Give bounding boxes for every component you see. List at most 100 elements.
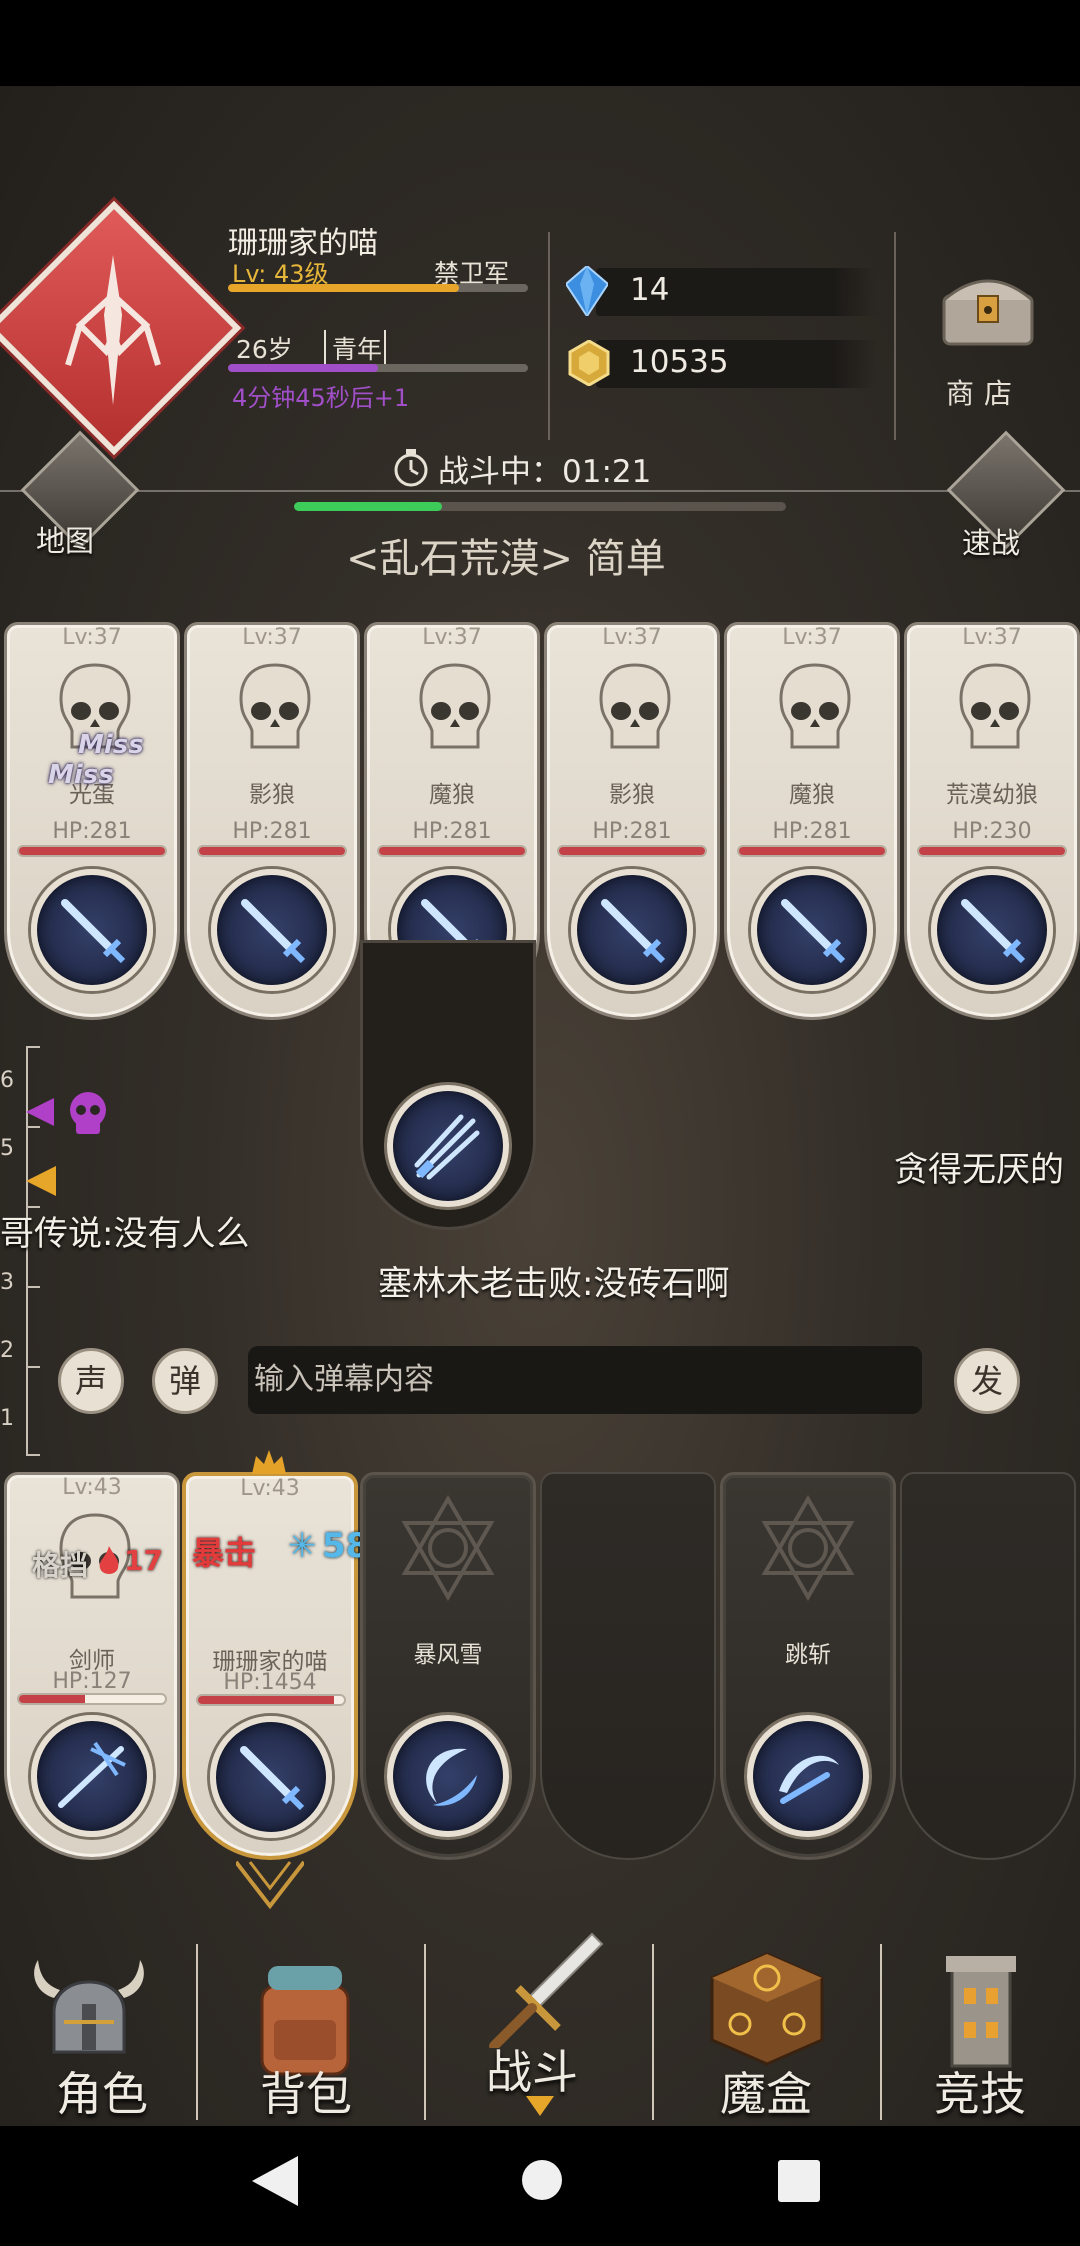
hexagram-icon <box>761 1495 855 1601</box>
damage-number: 17 <box>124 1544 163 1577</box>
skill-orb <box>751 869 873 991</box>
sword-attack-icon <box>241 899 306 964</box>
enemy-name: 影狼 <box>609 782 655 808</box>
map-button[interactable]: 地图 <box>36 518 94 560</box>
emblem-blade-icon <box>65 255 161 405</box>
skull-icon <box>779 663 851 749</box>
slash-skill-icon <box>58 1741 126 1808</box>
gold-count: 10535 <box>630 344 729 380</box>
sword-attack-icon <box>781 899 846 964</box>
skill-orb <box>31 869 153 991</box>
party-hp-bar <box>196 1694 346 1706</box>
party-level: Lv:43 <box>62 1475 122 1500</box>
skull-icon <box>239 663 311 749</box>
age-progress-bar <box>228 364 528 372</box>
tab-battle[interactable]: 战斗 <box>432 2036 632 2102</box>
round-number: 1 <box>0 1406 14 1431</box>
magic-box-icon <box>710 1952 824 2066</box>
age-timer: 4分钟45秒后+1 <box>232 384 410 412</box>
shop-button[interactable]: 商店 <box>946 372 1022 412</box>
tab-arena[interactable]: 竞技 <box>880 2058 1080 2124</box>
tab-divider <box>424 1944 426 2120</box>
back-icon[interactable] <box>252 2156 298 2206</box>
enemy-card[interactable]: Lv:37 影狼 HP:281 <box>544 622 720 1020</box>
sound-toggle-button[interactable]: 声 <box>58 1348 124 1414</box>
party-level: Lv:43 <box>240 1476 300 1501</box>
skill-orb <box>571 869 693 991</box>
skill-orb <box>211 869 333 991</box>
player-life-stage: 青年 <box>324 330 387 366</box>
tab-character[interactable]: 角色 <box>2 2058 202 2124</box>
flame-icon <box>99 1546 119 1574</box>
tab-magic-box[interactable]: 魔盒 <box>666 2058 866 2124</box>
tab-divider <box>652 1944 654 2120</box>
enemy-hp: HP:281 <box>412 819 492 844</box>
empty-skill-slot[interactable] <box>540 1472 716 1860</box>
empty-skill-slot[interactable] <box>900 1472 1076 1860</box>
recents-icon[interactable] <box>778 2160 820 2202</box>
enemy-hp: HP:281 <box>772 819 852 844</box>
current-round-marker-icon <box>26 1166 56 1196</box>
status-bar <box>0 0 1080 86</box>
enemy-name: 荒漠幼狼 <box>946 782 1038 808</box>
enemy-card[interactable]: Lv:37 光蛋 HP:281 <box>4 622 180 1020</box>
system-navigation-bar <box>0 2126 1080 2246</box>
zone-title: <乱石荒漠> 简单 <box>346 536 666 582</box>
gold-coin-icon <box>568 340 610 386</box>
enemy-hp: HP:230 <box>952 819 1032 844</box>
critical-hit-text: 暴击 <box>192 1534 257 1572</box>
enemy-hp-bar <box>917 845 1067 857</box>
enemy-card[interactable]: Lv:37 荒漠幼狼 HP:230 <box>904 622 1080 1020</box>
danmaku-message: 塞林木老击败:没砖石啊 <box>378 1264 730 1304</box>
tab-backpack[interactable]: 背包 <box>206 2058 406 2124</box>
quick-battle-button[interactable]: 速战 <box>962 520 1020 562</box>
treasure-chest-icon[interactable] <box>938 266 1038 348</box>
skill-orb <box>387 1715 509 1837</box>
home-icon[interactable] <box>520 2158 564 2202</box>
active-skill-card[interactable] <box>360 940 536 1230</box>
enemy-name: 魔狼 <box>429 782 475 808</box>
enemy-level: Lv:37 <box>62 625 122 650</box>
enemy-card[interactable]: Lv:37 影狼 HP:281 <box>184 622 360 1020</box>
party-hp: HP:127 <box>52 1669 132 1694</box>
tower-icon <box>946 1956 1016 2068</box>
parry-text: 格挡 <box>32 1549 89 1582</box>
danmaku-input[interactable]: 输入弹幕内容 <box>248 1346 922 1414</box>
skill-name: 跳斩 <box>785 1642 831 1668</box>
stopwatch-icon <box>394 449 428 487</box>
skill-card-leap-slash[interactable]: 跳斩 <box>720 1472 896 1860</box>
sword-attack-icon <box>61 899 126 964</box>
enemy-card[interactable]: Lv:37 魔狼 HP:281 <box>724 622 900 1020</box>
battle-progress-bar <box>294 502 786 511</box>
skill-card-blizzard[interactable]: 暴风雪 <box>360 1472 536 1860</box>
sword-skill-icon <box>240 1746 305 1811</box>
enemy-hp-bar <box>377 845 527 857</box>
enemy-name: 影狼 <box>249 782 295 808</box>
skill-name: 暴风雪 <box>413 1642 483 1668</box>
gem-count: 14 <box>630 272 670 308</box>
enemy-hp-bar <box>737 845 887 857</box>
enemy-hp-bar <box>557 845 707 857</box>
critical-hit-symbol: ✳ <box>288 1526 317 1566</box>
enemy-marker-icon <box>26 1092 106 1134</box>
enemy-level: Lv:37 <box>962 625 1022 650</box>
party-card-swordsman[interactable]: Lv:43 剑师 HP:127 <box>4 1472 180 1860</box>
enemy-level: Lv:37 <box>242 625 302 650</box>
enemy-hp: HP:281 <box>232 819 312 844</box>
skull-icon <box>599 663 671 749</box>
enemy-hp-bar <box>197 845 347 857</box>
skill-orb <box>931 869 1053 991</box>
skill-orb <box>747 1715 869 1837</box>
send-danmaku-button[interactable]: 发 <box>954 1348 1020 1414</box>
helmet-icon <box>34 1960 144 2054</box>
header-divider <box>894 232 896 440</box>
skill-orb <box>210 1716 332 1838</box>
tab-divider <box>196 1944 198 2120</box>
sword-attack-icon <box>601 899 666 964</box>
hexagram-icon <box>401 1495 495 1601</box>
skill-orb <box>387 1085 509 1207</box>
blizzard-icon <box>426 1748 477 1806</box>
skull-icon <box>419 663 491 749</box>
danmaku-toggle-button[interactable]: 弹 <box>152 1348 218 1414</box>
enemy-level: Lv:37 <box>782 625 842 650</box>
